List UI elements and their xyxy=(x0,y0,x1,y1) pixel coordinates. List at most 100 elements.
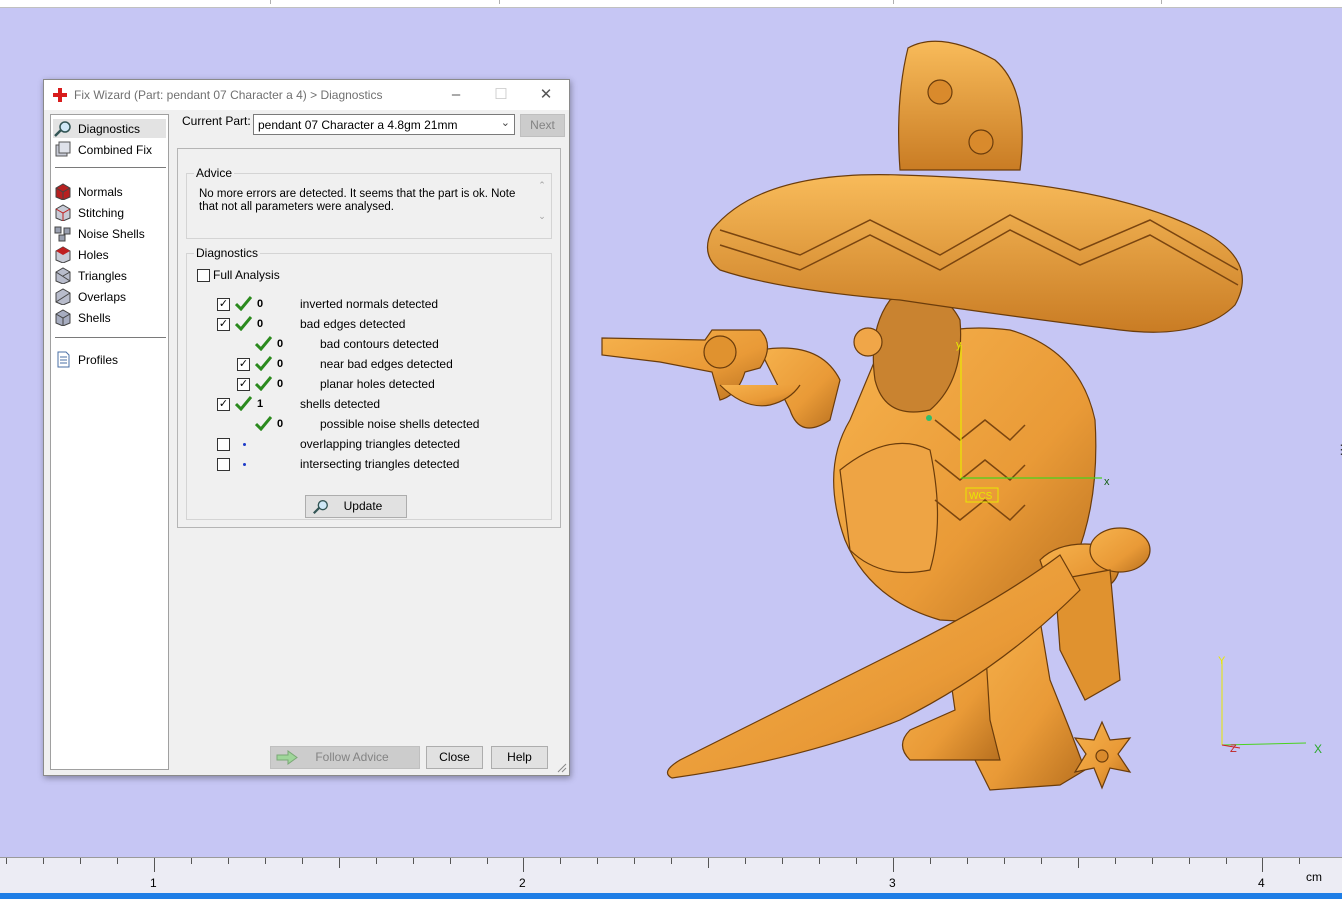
row-checkbox[interactable]: ✓ xyxy=(217,318,230,331)
svg-text:WCS: WCS xyxy=(969,491,993,502)
green-check-icon xyxy=(255,356,272,371)
green-check-icon xyxy=(255,376,272,391)
bottom-status-strip xyxy=(0,893,1342,899)
nav-item-profiles[interactable]: Profiles xyxy=(53,350,166,369)
advice-legend: Advice xyxy=(194,166,235,180)
nav-item-shells[interactable]: Shells xyxy=(53,308,166,327)
row-count: 0 xyxy=(257,298,264,310)
green-check-icon xyxy=(235,396,252,411)
normals-cube-icon xyxy=(55,183,71,200)
shells-cube-icon xyxy=(55,309,71,326)
current-part-value: pendant 07 Character a 4.8gm 21mm xyxy=(258,118,458,132)
viewport-top-strip xyxy=(0,0,1342,8)
current-part-label: Current Part: xyxy=(182,114,251,128)
row-checkbox[interactable] xyxy=(217,458,230,471)
triangles-cube-icon xyxy=(55,267,71,284)
row-label: shells detected xyxy=(300,397,381,411)
nav-item-combined-fix[interactable]: Combined Fix xyxy=(53,140,166,159)
svg-text:X: X xyxy=(1314,742,1322,756)
dialog-titlebar[interactable]: Fix Wizard (Part: pendant 07 Character a… xyxy=(44,80,569,110)
noise-shells-icon xyxy=(54,226,71,242)
row-checkbox[interactable]: ✓ xyxy=(237,378,250,391)
green-check-icon xyxy=(255,336,272,351)
current-part-select[interactable]: pendant 07 Character a 4.8gm 21mm ⌄ xyxy=(253,114,515,135)
row-checkbox[interactable]: ✓ xyxy=(217,398,230,411)
holes-cube-icon xyxy=(55,246,71,263)
row-label: intersecting triangles detected xyxy=(300,457,460,471)
magnifier-icon xyxy=(313,499,328,515)
next-button[interactable]: Next xyxy=(520,114,565,137)
chevron-down-icon: ⌄ xyxy=(500,117,510,129)
row-label: inverted normals detected xyxy=(300,297,439,311)
full-analysis-checkbox[interactable] xyxy=(197,269,210,282)
nav-item-normals[interactable]: Normals xyxy=(53,182,166,201)
green-check-icon xyxy=(235,316,252,331)
green-check-icon xyxy=(235,296,252,311)
pending-dot-icon xyxy=(243,443,246,446)
row-label: possible noise shells detected xyxy=(320,417,480,431)
row-checkbox[interactable]: ✓ xyxy=(237,358,250,371)
row-checkbox[interactable] xyxy=(217,438,230,451)
row-label: overlapping triangles detected xyxy=(300,437,461,451)
row-count: 0 xyxy=(277,338,284,350)
nav-item-diagnostics[interactable]: Diagnostics xyxy=(53,119,166,138)
scroll-down-icon[interactable]: ⌄ xyxy=(534,211,550,222)
diagnostics-group: Diagnostics Full Analysis ✓ 0 inverted n… xyxy=(186,246,552,520)
row-label: bad contours detected xyxy=(320,337,439,351)
minimize-button[interactable]: – xyxy=(433,80,479,110)
row-checkbox[interactable]: ✓ xyxy=(217,298,230,311)
combined-fix-icon xyxy=(55,141,71,157)
magnifier-icon xyxy=(54,121,71,137)
advice-text: No more errors are detected. It seems th… xyxy=(199,188,516,213)
axis-triad: Y Z X xyxy=(1218,655,1322,756)
dialog-title: Fix Wizard (Part: pendant 07 Character a… xyxy=(74,88,383,102)
row-label: bad edges detected xyxy=(300,317,406,331)
scroll-up-icon[interactable]: ⌃ xyxy=(534,180,550,191)
row-label: planar holes detected xyxy=(320,377,435,391)
row-count: 1 xyxy=(257,398,264,410)
character-model xyxy=(601,40,1243,791)
svg-text:y: y xyxy=(956,339,962,351)
red-cross-icon xyxy=(53,88,67,102)
overlaps-cube-icon xyxy=(55,288,71,305)
ruler-label: 4 xyxy=(1258,876,1265,890)
svg-text:x: x xyxy=(1104,476,1110,488)
row-count: 0 xyxy=(277,378,284,390)
row-label: near bad edges detected xyxy=(320,357,453,371)
follow-advice-button[interactable]: Follow Advice xyxy=(270,746,420,769)
fix-wizard-dialog: Fix Wizard (Part: pendant 07 Character a… xyxy=(43,79,570,776)
green-check-icon xyxy=(255,416,272,431)
model-axis: y x WCS xyxy=(926,339,1110,503)
close-window-button[interactable]: ✕ xyxy=(523,80,569,110)
nav-item-noise-shells[interactable]: Noise Shells xyxy=(53,224,166,243)
svg-text:Y: Y xyxy=(1218,655,1226,667)
resize-grip-icon[interactable] xyxy=(557,763,567,773)
ruler-label: 3 xyxy=(889,876,896,890)
arrow-right-icon xyxy=(276,750,298,765)
update-button[interactable]: Update xyxy=(305,495,407,518)
row-count: 0 xyxy=(257,318,264,330)
diagnostics-panel: Advice No more errors are detected. It s… xyxy=(177,148,561,528)
nav-item-triangles[interactable]: Triangles xyxy=(53,266,166,285)
ruler-label: 1 xyxy=(150,876,157,890)
stitching-cube-icon xyxy=(55,204,71,221)
horizontal-ruler: 1 2 3 4 cm xyxy=(0,857,1342,893)
wizard-nav-list: Diagnostics Combined Fix Normals Stitchi… xyxy=(50,114,169,770)
side-panel-handle[interactable]: ⋮ xyxy=(1335,442,1342,458)
pending-dot-icon xyxy=(243,463,246,466)
document-icon xyxy=(57,351,70,368)
ruler-label: 2 xyxy=(519,876,526,890)
close-button[interactable]: Close xyxy=(426,746,483,769)
nav-item-stitching[interactable]: Stitching xyxy=(53,203,166,222)
advice-scrollbar[interactable]: ⌃ ⌄ xyxy=(534,180,550,226)
full-analysis-label: Full Analysis xyxy=(213,268,280,282)
row-count: 0 xyxy=(277,358,284,370)
svg-text:Z: Z xyxy=(1230,743,1237,755)
nav-item-overlaps[interactable]: Overlaps xyxy=(53,287,166,306)
ruler-unit: cm xyxy=(1306,870,1322,884)
advice-group: Advice No more errors are detected. It s… xyxy=(186,166,552,239)
nav-item-holes[interactable]: Holes xyxy=(53,245,166,264)
diagnostics-legend: Diagnostics xyxy=(194,246,261,260)
help-button[interactable]: Help xyxy=(491,746,548,769)
maximize-button[interactable]: ☐ xyxy=(478,80,524,110)
